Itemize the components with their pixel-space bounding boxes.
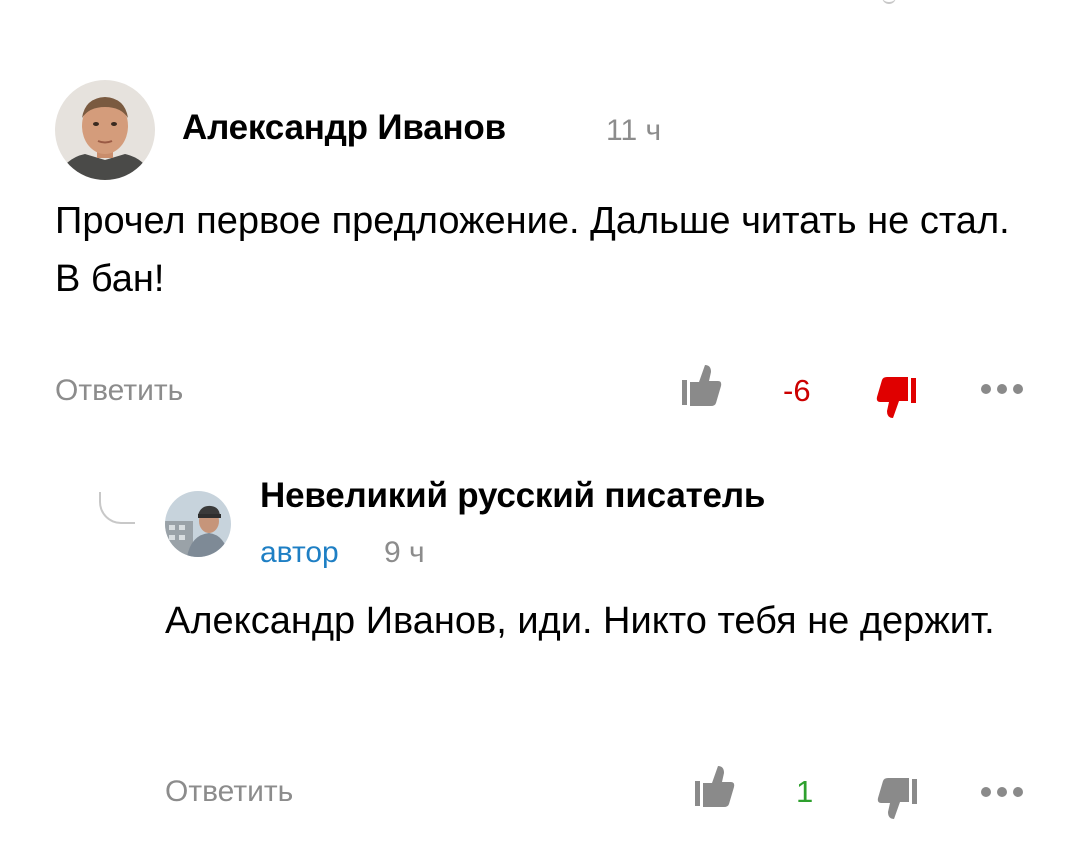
vote-score: 1 [796, 774, 814, 809]
scroll-edge-mark [882, 0, 896, 4]
reply-thread-line-icon [99, 492, 135, 524]
author-badge: автор [260, 536, 339, 569]
comment-text: Александр Иванов, иди. Никто тебя не дер… [165, 600, 995, 642]
more-dots-icon [980, 786, 1024, 798]
thumbs-down-icon [877, 777, 917, 823]
thumbs-down-icon [876, 376, 916, 422]
comment-timestamp: 9 ч [384, 536, 425, 569]
comments-page: Александр Иванов 11 ч Прочел первое пред… [0, 0, 1080, 861]
vote-score: -6 [783, 373, 811, 408]
author-name[interactable]: Невеликий русский писатель [260, 474, 765, 518]
more-options-button[interactable] [980, 786, 1024, 798]
avatar[interactable] [165, 491, 231, 557]
more-options-button[interactable] [980, 383, 1024, 395]
author-name[interactable]: Александр Иванов [182, 106, 506, 150]
like-button[interactable] [695, 763, 735, 809]
dislike-button[interactable] [876, 376, 916, 422]
avatar[interactable] [55, 80, 155, 180]
reply-button[interactable]: Ответить [55, 371, 183, 411]
reply-button[interactable]: Ответить [165, 772, 293, 812]
more-dots-icon [980, 383, 1024, 395]
thumbs-up-icon [682, 362, 722, 408]
like-button[interactable] [682, 362, 722, 408]
thumbs-up-icon [695, 763, 735, 809]
comment-timestamp: 11 ч [606, 114, 662, 147]
dislike-button[interactable] [877, 777, 917, 823]
comment-text: Прочел первое предложение. Дальше читать… [55, 200, 1010, 300]
